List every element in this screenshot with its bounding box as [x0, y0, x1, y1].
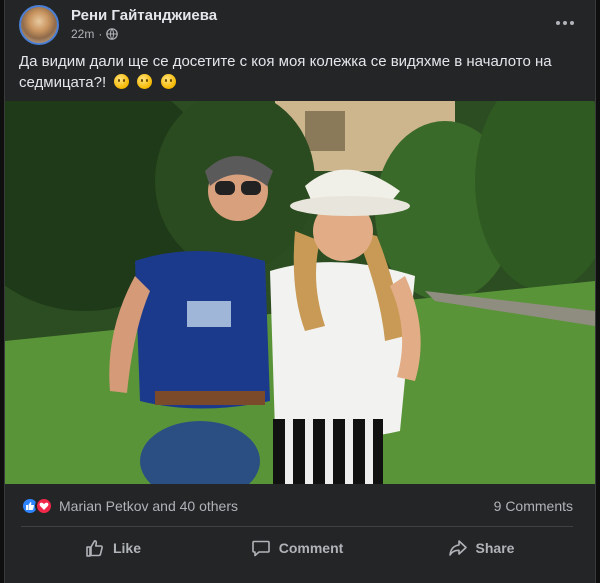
post-time[interactable]: 22m — [71, 27, 94, 41]
share-button[interactable]: Share — [389, 530, 573, 566]
share-label: Share — [475, 540, 515, 556]
thumbs-up-icon — [86, 540, 103, 557]
globe-icon[interactable] — [106, 28, 119, 40]
post-photo[interactable] — [5, 101, 595, 484]
comment-bubble-icon — [251, 540, 270, 557]
post-card: Рени Гайтанджиева 22m · Да видим дали ще… — [4, 0, 596, 583]
page-background: Рени Гайтанджиева 22m · Да видим дали ще… — [0, 0, 600, 583]
author-avatar[interactable] — [19, 5, 59, 45]
love-reaction-icon — [35, 497, 53, 515]
actions-divider — [21, 526, 573, 527]
dot-icon — [556, 21, 560, 25]
smile-emoji-icon — [160, 74, 176, 89]
post-meta: 22m · — [71, 27, 119, 41]
reaction-icons — [21, 497, 53, 515]
caption-text: Да видим дали ще се досетите с коя моя к… — [19, 53, 552, 91]
dot-icon — [570, 21, 574, 25]
comments-count[interactable]: 9 Comments — [494, 498, 573, 514]
smile-emoji-icon — [137, 74, 153, 89]
meta-separator: · — [98, 27, 103, 41]
like-button[interactable]: Like — [21, 530, 205, 566]
reactions-text[interactable]: Marian Petkov and 40 others — [59, 498, 238, 514]
more-options-button[interactable] — [551, 11, 579, 35]
post-caption: Да видим дали ще се досетите с коя моя к… — [19, 51, 579, 93]
share-arrow-icon — [448, 540, 467, 556]
post-header: Рени Гайтанджиева 22m · — [19, 5, 581, 45]
smile-emoji-icon — [114, 74, 130, 89]
author-name[interactable]: Рени Гайтанджиева — [71, 7, 217, 24]
comment-label: Comment — [278, 540, 344, 556]
like-label: Like — [112, 540, 141, 556]
dot-icon — [563, 21, 567, 25]
reactions-summary[interactable]: Marian Petkov and 40 others — [21, 496, 238, 516]
post-actions: Like Comment Share — [21, 530, 573, 566]
comment-button[interactable]: Comment — [205, 530, 389, 566]
photo-illustration — [5, 101, 595, 484]
